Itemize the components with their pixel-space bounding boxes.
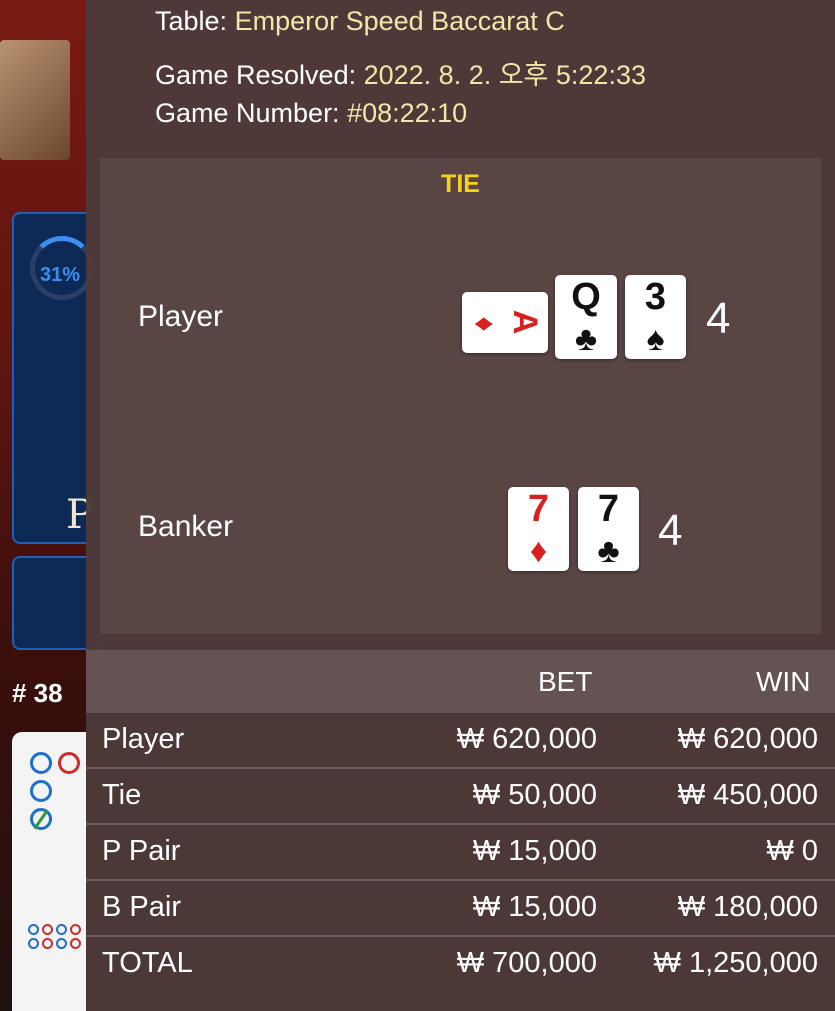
resolved-label: Game Resolved:	[155, 60, 357, 90]
bet-type-label: P Pair	[102, 835, 181, 867]
total-win-amount: ₩ 1,250,000	[653, 947, 818, 979]
playing-card: A ♦	[462, 292, 548, 353]
bet-row-banker-pair: B Pair ₩ 15,000 ₩ 180,000	[86, 881, 835, 937]
bet-amount: ₩ 15,000	[472, 835, 597, 867]
road-small-marker	[70, 924, 81, 935]
bead-road	[12, 732, 86, 1011]
road-small-marker	[42, 924, 53, 935]
road-player-marker	[30, 780, 52, 802]
bet-type-label: Tie	[102, 779, 142, 811]
playing-card: Q ♣	[555, 275, 617, 359]
diamond-suit-icon: ♦	[468, 316, 501, 332]
road-small-marker	[56, 938, 67, 949]
result-panel: TIE Player A ♦ Q ♣ 3 ♠ 4 Banker 7 ♦ 7 ♣ …	[100, 158, 821, 634]
total-label: TOTAL	[102, 947, 193, 979]
bet-row-player: Player ₩ 620,000 ₩ 620,000	[86, 713, 835, 769]
resolved-info: Game Resolved: 2022. 8. 2. 오후 5:22:33	[155, 53, 646, 92]
road-player-marker	[30, 752, 52, 774]
playing-card: 7 ♦	[508, 487, 569, 571]
diamond-suit-icon: ♦	[529, 532, 548, 570]
bet-type-label: B Pair	[102, 891, 181, 923]
playing-card: 3 ♠	[625, 275, 686, 359]
card-rank: 7	[597, 488, 620, 530]
table-info: Table: Emperor Speed Baccarat C	[155, 6, 565, 37]
spade-suit-icon: ♠	[646, 320, 665, 358]
win-amount: ₩ 180,000	[677, 891, 818, 923]
table-value: Emperor Speed Baccarat C	[234, 6, 565, 36]
player-score: 4	[706, 294, 731, 343]
game-number-info: Game Number: #08:22:10	[155, 98, 467, 129]
bet-amount: ₩ 50,000	[472, 779, 597, 811]
club-suit-icon: ♣	[574, 320, 598, 358]
win-amount: ₩ 620,000	[677, 723, 818, 755]
road-small-marker	[56, 924, 67, 935]
club-suit-icon: ♣	[597, 532, 620, 570]
round-number: # 38	[12, 678, 63, 708]
card-rank: 3	[644, 276, 667, 318]
bet-column-header: BET	[538, 666, 593, 697]
game-number-label: Game Number:	[155, 98, 340, 128]
card-rank: A	[506, 309, 544, 335]
card-rank: Q	[571, 276, 601, 318]
bet-type-label: Player	[102, 723, 185, 755]
card-rank: 7	[527, 488, 550, 530]
game-history-detail-sheet: Table: Emperor Speed Baccarat C Game Res…	[86, 0, 835, 1011]
bet-table-header: BET WIN	[86, 650, 835, 713]
bet-row-total: TOTAL ₩ 700,000 ₩ 1,250,000	[86, 937, 835, 993]
banker-hand-label: Banker	[138, 510, 234, 543]
road-small-marker	[28, 924, 39, 935]
win-amount: ₩ 0	[766, 835, 818, 867]
bet-amount: ₩ 620,000	[456, 723, 597, 755]
win-column-header: WIN	[756, 666, 811, 697]
playing-card: 7 ♣	[578, 487, 639, 571]
timer-percent: 31%	[40, 264, 81, 286]
card-shoe-image	[0, 40, 70, 160]
banker-score: 4	[658, 506, 683, 555]
bet-row-tie: Tie ₩ 50,000 ₩ 450,000	[86, 769, 835, 825]
bet-amount: ₩ 15,000	[472, 891, 597, 923]
road-small-marker	[70, 938, 81, 949]
outcome-label: TIE	[441, 170, 480, 198]
win-amount: ₩ 450,000	[677, 779, 818, 811]
road-small-marker	[42, 938, 53, 949]
bet-row-player-pair: P Pair ₩ 15,000 ₩ 0	[86, 825, 835, 881]
total-bet-amount: ₩ 700,000	[456, 947, 597, 979]
game-number-value: #08:22:10	[347, 98, 468, 128]
road-small-marker	[28, 938, 39, 949]
resolved-value: 2022. 8. 2. 오후 5:22:33	[363, 60, 646, 90]
road-banker-marker	[58, 752, 80, 774]
table-label: Table:	[155, 6, 228, 36]
player-hand-label: Player	[138, 300, 224, 333]
